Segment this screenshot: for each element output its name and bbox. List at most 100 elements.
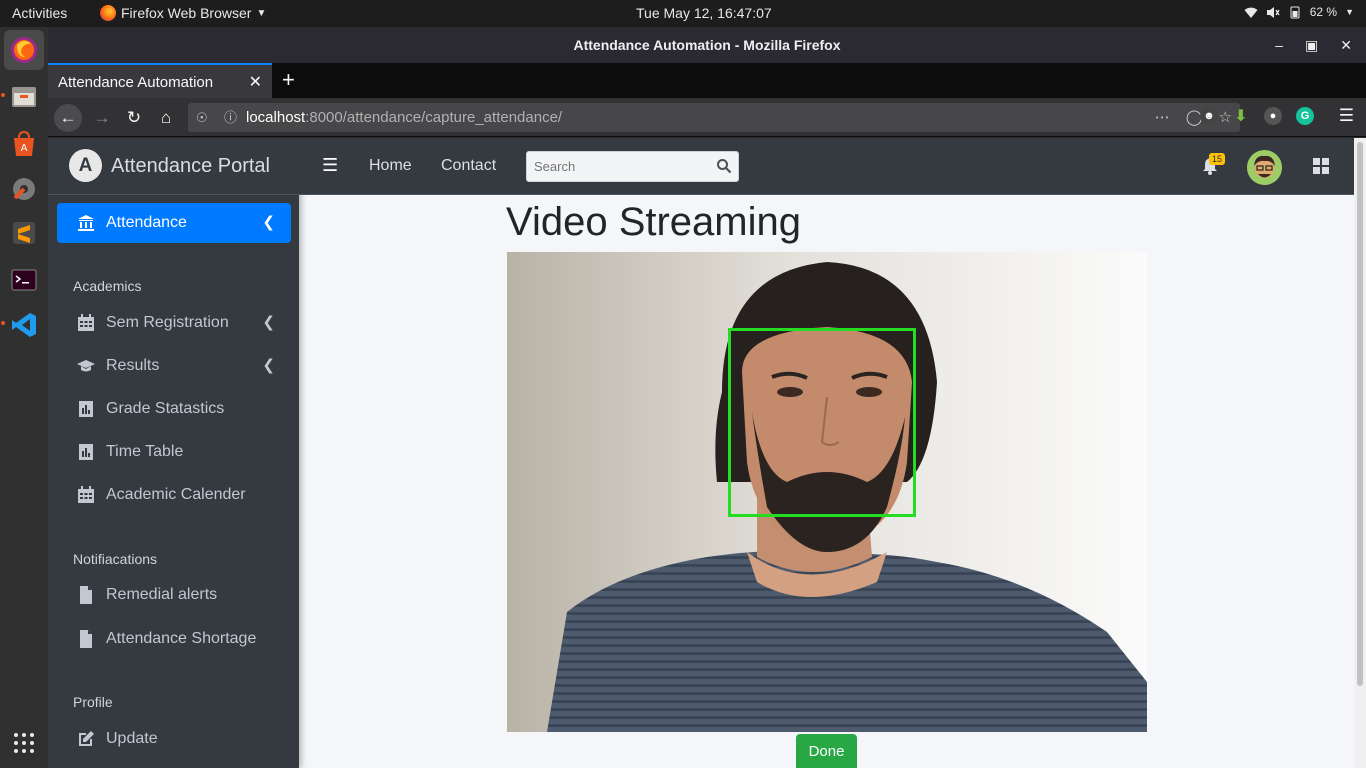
files-icon [12, 87, 36, 107]
scrollbar-thumb[interactable] [1357, 142, 1363, 686]
reload-button[interactable]: ↻ [120, 104, 148, 132]
web-page: A Attendance Portal Attendance ❮ Academi… [48, 138, 1354, 768]
sidebar-item-remedial-alerts[interactable]: Remedial alerts [57, 575, 291, 615]
chevron-down-icon: ▼ [256, 7, 267, 19]
sidebar-item-sem-registration[interactable]: Sem Registration ❮ [57, 303, 291, 343]
clock[interactable]: Tue May 12, 16:47:07 [636, 5, 772, 21]
calendar-icon [78, 486, 94, 503]
sidebar-item-label: Results [106, 357, 160, 374]
nav-link-home[interactable]: Home [369, 157, 412, 175]
bar-chart-icon [79, 444, 93, 460]
url-host: localhost [246, 109, 306, 126]
window-title: Attendance Automation - Mozilla Firefox [573, 37, 841, 53]
brand-logo-icon: A [69, 149, 102, 182]
system-top-bar: Activities Firefox Web Browser ▼ Tue May… [0, 0, 1366, 27]
close-button[interactable]: ✕ [1340, 27, 1352, 63]
graduation-cap-icon [77, 360, 95, 372]
extension-puzzle-icon[interactable]: ● [1264, 107, 1282, 125]
battery-icon [1290, 6, 1300, 18]
info-icon[interactable]: ⓘ [224, 103, 237, 132]
sidebar-item-time-table[interactable]: Time Table [57, 432, 291, 472]
tab-title: Attendance Automation [58, 74, 214, 91]
tab-attendance-automation[interactable]: Attendance Automation ✕ [48, 63, 272, 98]
nav-link-contact[interactable]: Contact [441, 157, 496, 175]
software-center-icon: A [14, 130, 34, 156]
extension-avatar-icon[interactable]: ☻ [1200, 107, 1218, 125]
forward-button[interactable]: → [88, 104, 116, 132]
back-button[interactable]: ← [54, 104, 82, 132]
maximize-button[interactable]: ▣ [1305, 27, 1318, 63]
user-avatar[interactable] [1247, 150, 1282, 185]
sidebar: A Attendance Portal Attendance ❮ Academi… [48, 138, 299, 768]
url-path: :8000/attendance/capture_attendance/ [305, 109, 563, 126]
done-button[interactable]: Done [796, 734, 857, 768]
address-bar[interactable]: ☉ ⓘ localhost:8000/attendance/capture_at… [188, 103, 1240, 132]
download-arrow-icon[interactable]: ⬇ [1232, 107, 1250, 125]
volume-muted-icon [1266, 6, 1280, 18]
dock-show-apps[interactable] [4, 723, 44, 763]
sidebar-item-grade-statastics[interactable]: Grade Statastics [57, 389, 291, 429]
nav-header-notifications: Notifiacations [73, 551, 158, 567]
shield-icon[interactable]: ☉ [196, 103, 208, 132]
sidebar-item-label: Academic Calender [106, 486, 246, 503]
app-menu[interactable]: Firefox Web Browser ▼ [100, 5, 266, 21]
sidebar-item-academic-calender[interactable]: Academic Calender [57, 475, 291, 515]
wifi-icon [1244, 7, 1258, 18]
sidebar-item-label: Update [106, 730, 158, 747]
sidebar-item-label: Sem Registration [106, 314, 229, 331]
sidebar-item-results[interactable]: Results ❮ [57, 346, 291, 386]
sidebar-toggle-icon[interactable]: ☰ [322, 155, 338, 176]
edit-icon [79, 731, 94, 746]
search-icon[interactable] [716, 158, 732, 174]
search-input[interactable] [527, 152, 707, 181]
page-actions-icon[interactable]: ⋯ [1155, 103, 1170, 132]
sidebar-item-attendance[interactable]: Attendance ❮ [57, 203, 291, 243]
navigation-toolbar: ← → ↻ ⌂ ☉ ⓘ localhost:8000/attendance/ca… [48, 98, 1366, 137]
dock-software-center[interactable]: A [4, 124, 44, 164]
sidebar-item-update[interactable]: Update [57, 719, 291, 759]
activities-button[interactable]: Activities [12, 5, 67, 21]
firefox-icon [11, 37, 37, 63]
notification-badge: 15 [1209, 153, 1226, 165]
sidebar-item-label: Grade Statastics [106, 400, 225, 417]
settings-icon [13, 178, 35, 200]
dock-files[interactable] [4, 77, 44, 117]
sublime-text-icon [13, 222, 35, 244]
file-icon [80, 586, 92, 604]
home-button[interactable]: ⌂ [152, 104, 180, 132]
svg-text:A: A [21, 143, 28, 154]
chevron-down-icon: ▼ [1345, 7, 1354, 17]
system-tray[interactable]: 62 % ▼ [1244, 5, 1354, 19]
brand-link[interactable]: A Attendance Portal [48, 138, 299, 195]
tab-bar: Attendance Automation ✕ + [48, 63, 1366, 98]
dock: A [0, 27, 48, 768]
dock-vscode[interactable] [4, 305, 44, 345]
app-grid-icon [14, 733, 34, 753]
new-tab-button[interactable]: + [282, 67, 295, 93]
nav-header-profile: Profile [73, 694, 113, 710]
page-scrollbar[interactable] [1354, 138, 1366, 768]
dock-settings[interactable] [4, 169, 44, 209]
hamburger-menu-icon[interactable]: ☰ [1339, 106, 1354, 126]
sidebar-item-attendance-shortage[interactable]: Attendance Shortage [57, 619, 291, 659]
dock-terminal[interactable] [4, 260, 44, 300]
calendar-icon [78, 314, 94, 331]
battery-percentage: 62 % [1309, 5, 1338, 19]
sidebar-item-label: Time Table [106, 443, 184, 460]
grammarly-icon[interactable]: G [1296, 107, 1314, 125]
firefox-icon [100, 5, 116, 21]
close-tab-icon[interactable]: ✕ [249, 72, 262, 92]
dock-sublime-text[interactable] [4, 213, 44, 253]
minimize-button[interactable]: – [1275, 27, 1283, 63]
face-detection-box [728, 328, 916, 517]
apps-grid-icon[interactable] [1313, 158, 1329, 174]
bar-chart-icon [79, 401, 93, 417]
window-title-bar[interactable]: Attendance Automation - Mozilla Firefox … [48, 27, 1366, 63]
sidebar-item-label: Attendance [106, 214, 187, 231]
video-stream [507, 252, 1147, 732]
dock-firefox[interactable] [4, 30, 44, 70]
sidebar-item-label: Remedial alerts [106, 586, 218, 603]
app-menu-label: Firefox Web Browser [121, 5, 252, 21]
brand-text: Attendance Portal [111, 155, 270, 177]
main-navbar: ☰ Home Contact 15 [299, 138, 1354, 195]
